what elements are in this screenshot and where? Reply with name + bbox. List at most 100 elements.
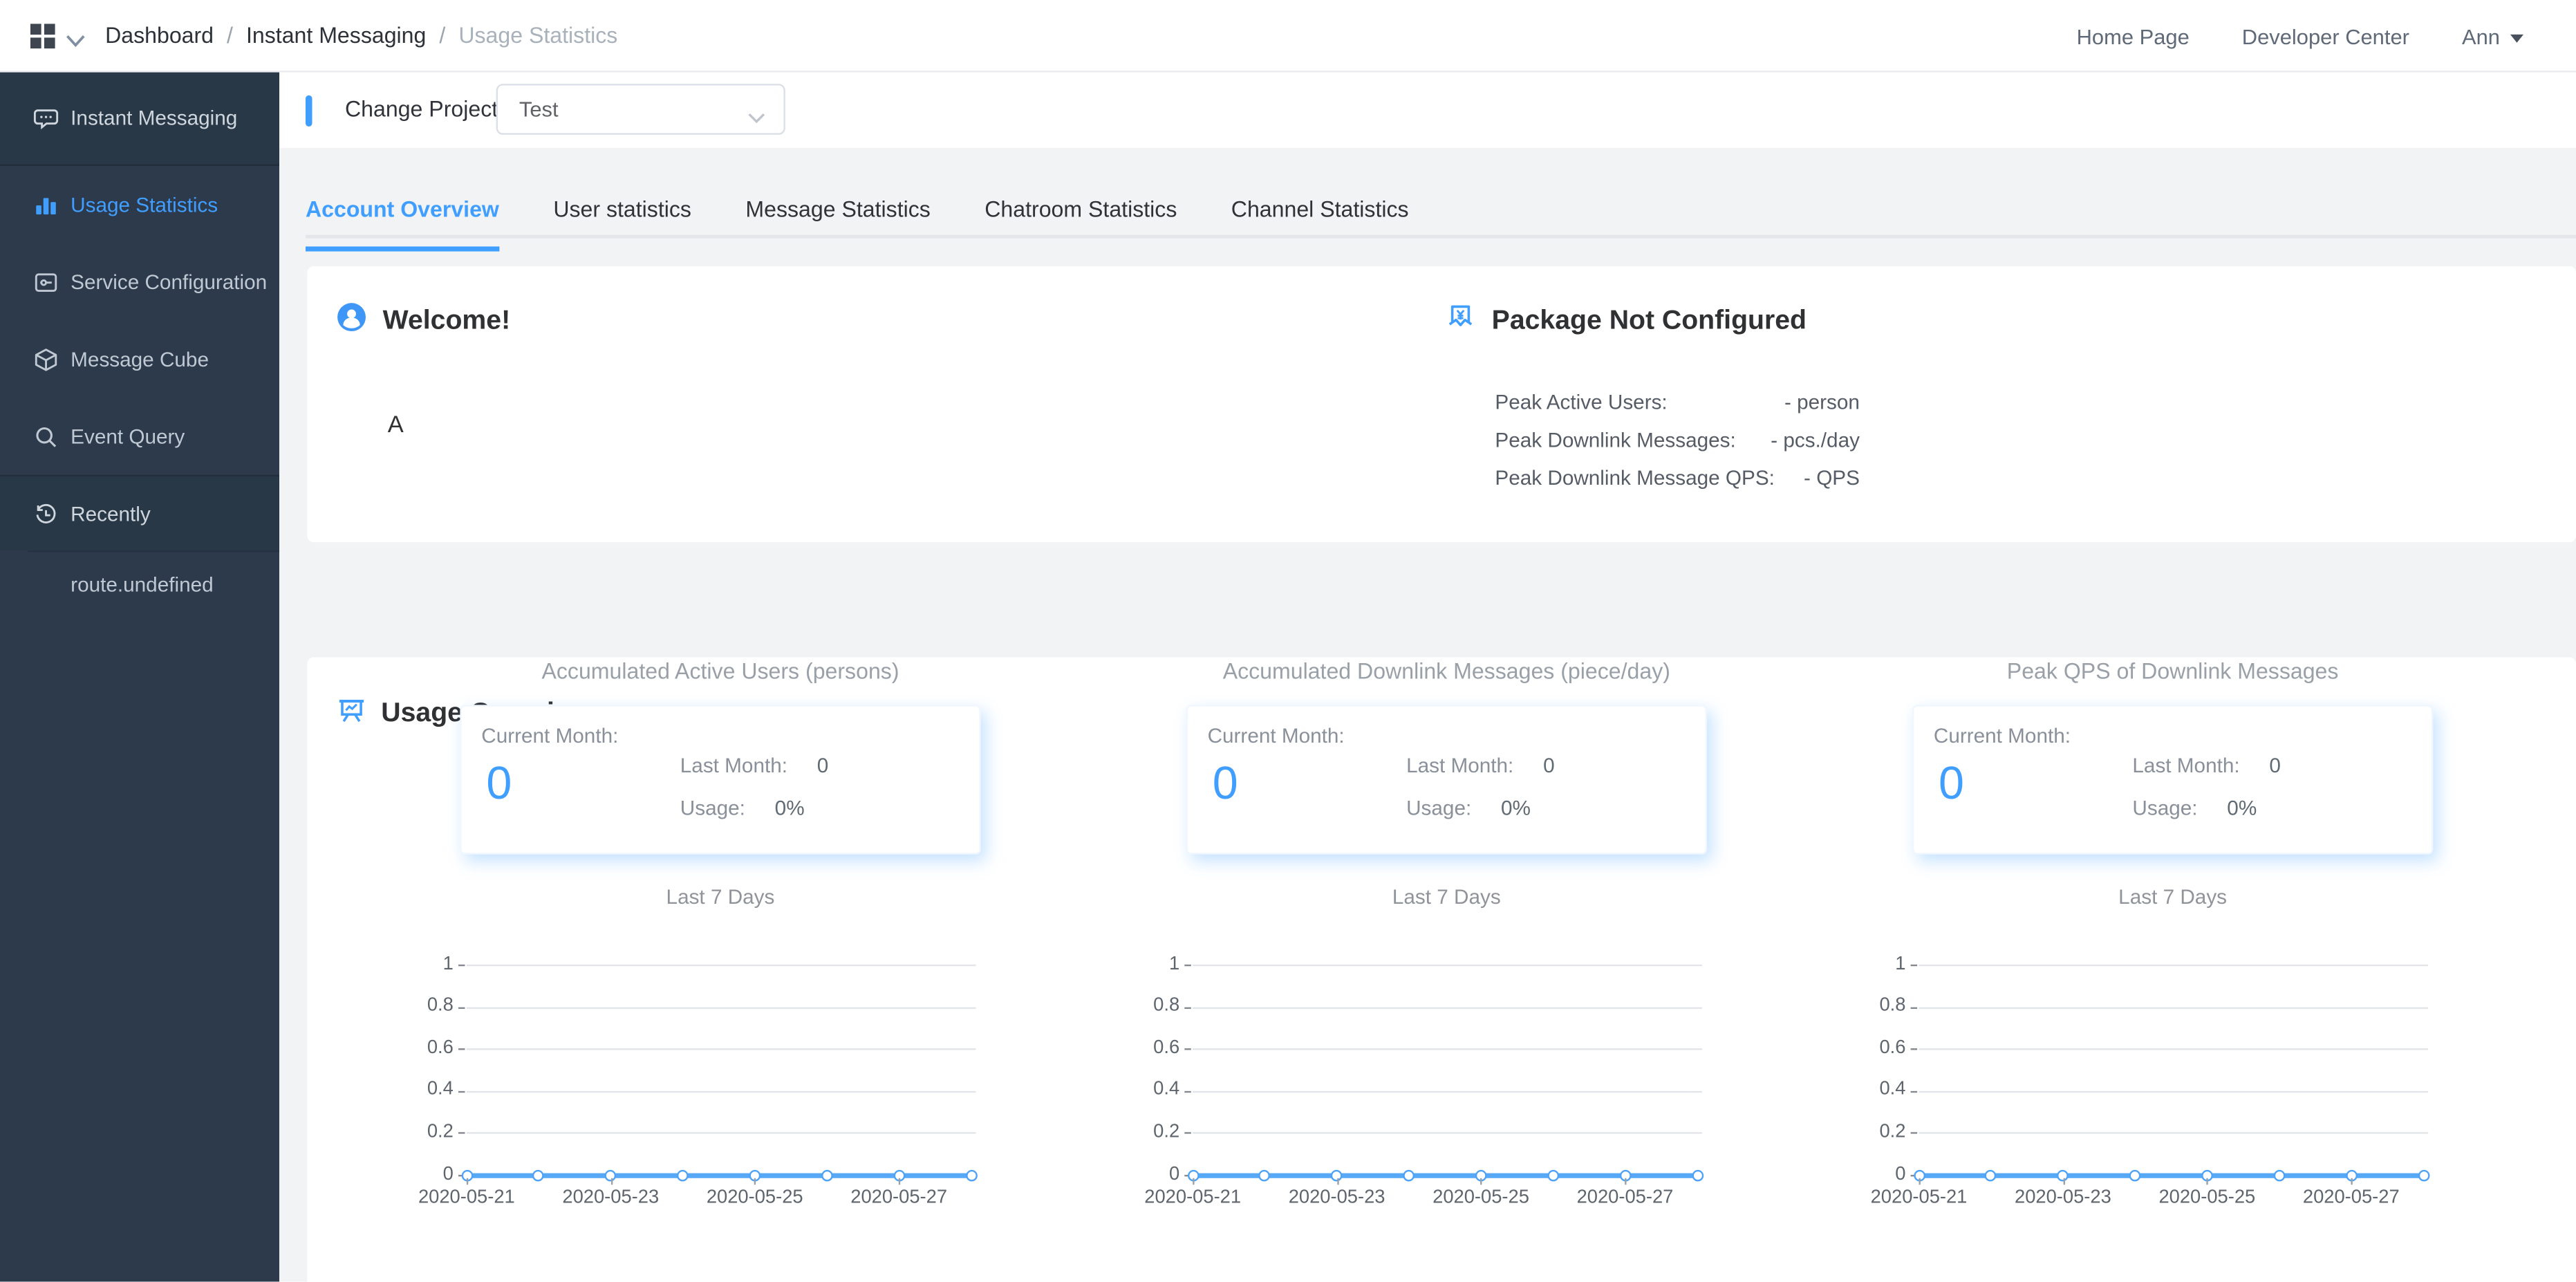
home-page-link[interactable]: Home Page <box>2077 24 2190 48</box>
apps-grid-icon[interactable] <box>30 23 56 49</box>
x-tick <box>1193 1178 1195 1185</box>
usage-row: Usage: 0% <box>680 795 824 821</box>
data-point <box>1259 1169 1271 1181</box>
current-month-value: 0 <box>1212 757 1238 809</box>
x-tick <box>610 1178 613 1185</box>
y-axis-label: 0.4 <box>427 1079 454 1100</box>
tab-message-statistics[interactable]: Message Statistics <box>745 194 930 238</box>
y-axis-label: 0.2 <box>1153 1122 1180 1142</box>
sidebar-item-recently[interactable]: Recently <box>0 474 279 551</box>
y-axis-label: 1 <box>1168 954 1180 974</box>
tab-account-overview[interactable]: Account Overview <box>305 194 499 251</box>
chart-title: Accumulated Downlink Messages (piece/day… <box>1222 658 1670 684</box>
accent-bar <box>305 95 312 127</box>
sidebar-item-route-undefined[interactable]: route.undefined <box>0 552 279 617</box>
current-month-label: Current Month: <box>1207 724 1345 748</box>
gridline <box>1919 1090 2429 1093</box>
breadcrumb-separator: / <box>439 23 446 48</box>
y-tick <box>458 1133 465 1135</box>
search-icon <box>33 423 59 449</box>
tab-channel-statistics[interactable]: Channel Statistics <box>1231 194 1409 238</box>
gridline <box>1193 1090 1702 1093</box>
y-tick <box>458 1090 465 1093</box>
change-projects-label: Change Projects: <box>345 97 516 122</box>
data-point <box>965 1169 977 1181</box>
usage-chart: Peak QPS of Downlink Messages Current Mon… <box>1871 658 2434 1208</box>
y-tick <box>1910 1133 1918 1135</box>
x-tick <box>466 1178 469 1185</box>
tab-user-statistics[interactable]: User statistics <box>553 194 691 238</box>
sidebar-item-label: Event Query <box>71 425 185 448</box>
breadcrumb-item[interactable]: Dashboard <box>105 23 214 48</box>
usage-overview-panel: Usage Overview Accumulated Active Users … <box>307 657 2576 1282</box>
y-axis-label: 0.6 <box>1153 1038 1180 1058</box>
usage-label: Usage: <box>1406 797 1472 820</box>
sidebar-item-label: Instant Messaging <box>71 106 238 130</box>
breadcrumb: Dashboard / Instant Messaging / Usage Statis… <box>105 0 617 73</box>
package-row-value: - pcs./day <box>1771 429 1860 452</box>
line-chart: 1 0.8 0.6 0.4 0.2 0 2020-05-21 2020-05-23 2020-0… <box>1144 954 1707 1208</box>
chevron-down-icon <box>747 104 765 124</box>
sidebar-item-event-query[interactable]: Event Query <box>0 398 279 475</box>
y-axis-label: 0.2 <box>1879 1122 1906 1142</box>
gridline <box>1919 1048 2429 1050</box>
sidebar-item-usage-statistics[interactable]: Usage Statistics <box>0 166 279 243</box>
package-row: Peak Downlink Messages: - pcs./day <box>1495 422 1860 461</box>
y-tick <box>1910 964 1918 967</box>
chart-title: Accumulated Active Users (persons) <box>541 658 899 684</box>
current-month-value: 0 <box>1939 757 1965 809</box>
data-point <box>2417 1169 2429 1181</box>
cube-icon <box>33 346 59 372</box>
user-menu[interactable]: Ann <box>2462 24 2523 48</box>
breadcrumb-item[interactable]: Instant Messaging <box>246 23 426 48</box>
current-month-label: Current Month: <box>481 724 619 748</box>
chart-board-icon <box>337 697 366 727</box>
avatar-icon <box>337 302 366 332</box>
x-tick <box>754 1178 757 1185</box>
breadcrumb-separator: / <box>227 23 233 48</box>
last-month-value: 0 <box>816 754 829 777</box>
gridline <box>466 1090 976 1093</box>
chart-title: Peak QPS of Downlink Messages <box>2006 658 2339 684</box>
x-axis-label: 2020-05-21 <box>1870 1188 1968 1208</box>
sidebar-item-label: route.undefined <box>71 573 214 597</box>
last-month-label: Last Month: <box>680 754 788 777</box>
y-axis-label: 0 <box>442 1164 454 1185</box>
y-axis-label: 0.6 <box>427 1038 454 1058</box>
y-axis-label: 0.4 <box>1153 1079 1180 1100</box>
x-axis-label: 2020-05-27 <box>1576 1188 1674 1208</box>
y-tick <box>1184 1006 1191 1009</box>
last-month-row: Last Month: 0 <box>2132 752 2318 779</box>
developer-center-link[interactable]: Developer Center <box>2242 24 2409 48</box>
y-tick <box>1910 1090 1918 1093</box>
x-axis-label: 2020-05-25 <box>2158 1188 2256 1208</box>
last-month-value: 0 <box>1543 754 1555 777</box>
data-point <box>532 1169 545 1181</box>
welcome-title: Welcome! <box>382 305 511 335</box>
x-tick <box>1336 1178 1338 1185</box>
y-axis-label: 0.8 <box>1153 996 1180 1016</box>
project-select[interactable]: Test <box>496 84 785 135</box>
gridline <box>466 964 976 967</box>
sidebar-item-instant-messaging[interactable]: Instant Messaging <box>0 72 279 167</box>
y-axis-label: 0 <box>1168 1164 1180 1185</box>
chart-stats-card: Current Month: 0 Last Month: 0 Usage: 0% <box>460 705 981 855</box>
usage-label: Usage: <box>2132 797 2198 820</box>
package-row-label: Peak Active Users: <box>1495 391 1668 414</box>
chevron-down-icon[interactable] <box>66 28 86 48</box>
data-point <box>2273 1169 2285 1181</box>
sidebar-item-label: Message Cube <box>71 347 209 371</box>
sidebar-item-service-configuration[interactable]: Service Configuration <box>0 243 279 321</box>
package-row-label: Peak Downlink Message QPS: <box>1495 466 1775 490</box>
usage-chart: Accumulated Active Users (persons) Curren… <box>418 658 981 1208</box>
last-month-row: Last Month: 0 <box>1406 752 1592 779</box>
package-section: Package Not Configured Peak Active Users… <box>1446 266 1873 542</box>
last-month-label: Last Month: <box>2132 754 2240 777</box>
package-row: Peak Downlink Message QPS: - QPS <box>1495 460 1860 498</box>
package-row-value: - QPS <box>1804 466 1860 490</box>
x-tick <box>2207 1178 2209 1185</box>
sidebar-item-message-cube[interactable]: Message Cube <box>0 320 279 398</box>
line-chart: 1 0.8 0.6 0.4 0.2 0 2020-05-21 2020-05-23 2020-0… <box>1871 954 2433 1208</box>
tab-chatroom-statistics[interactable]: Chatroom Statistics <box>984 194 1177 238</box>
gridline <box>1919 964 2429 967</box>
